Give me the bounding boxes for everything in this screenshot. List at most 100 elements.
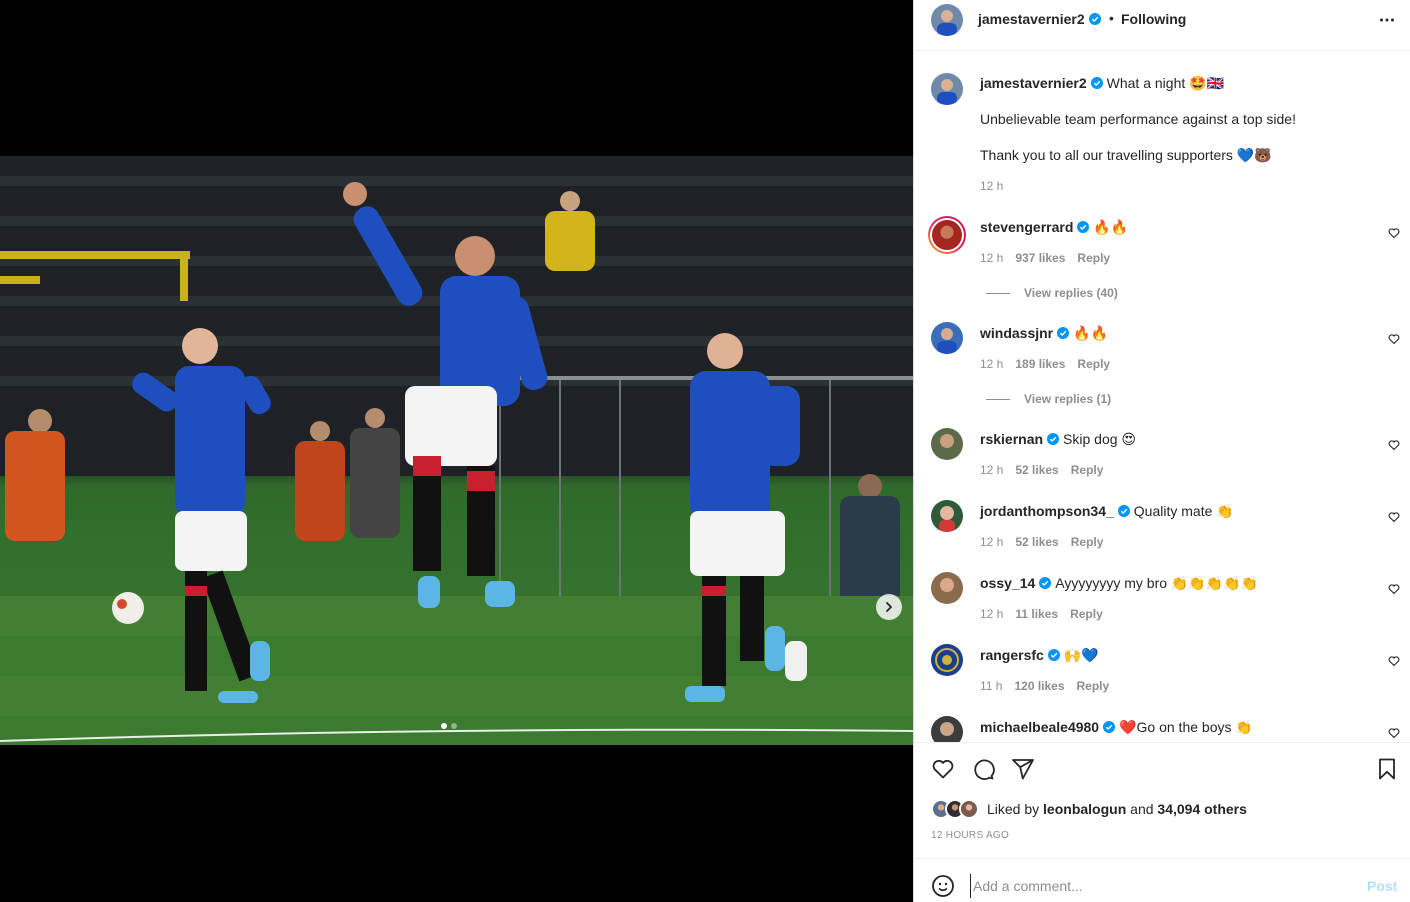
comment-text: 🔥🔥 <box>1073 325 1109 341</box>
verified-badge-icon <box>1090 77 1103 89</box>
comment-text: Quality mate 👏 <box>1133 503 1234 519</box>
commenter-username[interactable]: michaelbeale4980 <box>980 719 1099 735</box>
heart-icon[interactable] <box>931 757 955 781</box>
carousel-indicator <box>441 723 457 729</box>
story-ring[interactable] <box>928 216 966 254</box>
commenter-avatar[interactable] <box>931 572 963 604</box>
comment-heart-icon[interactable] <box>1388 333 1400 345</box>
liked-by-joiner: and <box>1130 801 1154 817</box>
comment-time: 12 h <box>980 535 1004 549</box>
liked-by-others[interactable]: 34,094 others <box>1157 801 1247 817</box>
comment-input[interactable] <box>970 874 1350 898</box>
author-avatar[interactable] <box>931 4 963 36</box>
emoji-smile-icon[interactable] <box>931 874 955 898</box>
verified-badge-icon <box>1103 721 1116 733</box>
verified-badge-icon <box>1057 327 1070 339</box>
carousel-dot-active <box>441 723 447 729</box>
comment-time: 11 h <box>980 679 1003 693</box>
verified-badge-icon <box>1117 505 1130 517</box>
comment-text: ❤️Go on the boys 👏 <box>1119 719 1253 735</box>
commenter-username[interactable]: jordanthompson34_ <box>980 503 1114 519</box>
post-timestamp: 12 HOURS AGO <box>931 830 1010 841</box>
caption-line-2: Unbelievable team performance against a … <box>980 111 1296 127</box>
view-replies-button[interactable]: View replies (1) <box>986 392 1111 406</box>
likes-summary: Liked by leonbalogun and 34,094 others <box>931 799 1247 819</box>
header-separator: • <box>1109 10 1114 26</box>
verified-badge-icon <box>1047 649 1060 661</box>
post-actions: Liked by leonbalogun and 34,094 others 1… <box>914 742 1410 858</box>
caption-line-1: What a night 🤩🇬🇧 <box>1106 75 1224 91</box>
liker-avatar <box>959 799 979 819</box>
comment-likes[interactable]: 120 likes <box>1014 679 1064 693</box>
following-button[interactable]: Following <box>1121 11 1186 27</box>
verified-badge-icon <box>1088 13 1101 25</box>
verified-badge-icon <box>1039 577 1052 589</box>
more-horizontal-icon[interactable] <box>1376 9 1398 31</box>
commenter-avatar[interactable] <box>931 644 963 676</box>
reply-button[interactable]: Reply <box>1070 607 1103 621</box>
comment-likes[interactable]: 937 likes <box>1015 251 1065 265</box>
reply-button[interactable]: Reply <box>1071 463 1104 477</box>
comment-heart-icon[interactable] <box>1388 511 1400 523</box>
carousel-dot <box>451 723 457 729</box>
comment-text: Skip dog 😍 <box>1063 431 1137 447</box>
comment-time: 12 h <box>980 463 1004 477</box>
post-header: jamestavernier2 • Following <box>914 0 1410 51</box>
comments-feed[interactable]: jamestavernier2 What a night 🤩🇬🇧 Unbeliev… <box>914 52 1410 742</box>
comment-time: 12 h <box>980 251 1004 265</box>
paper-plane-icon[interactable] <box>1011 757 1035 781</box>
commenter-avatar <box>932 220 962 250</box>
liker-avatars <box>931 799 987 819</box>
comment-composer: Post <box>914 858 1410 902</box>
comment-heart-icon[interactable] <box>1388 583 1400 595</box>
commenter-avatar[interactable] <box>931 716 963 742</box>
caption-line-3: Thank you to all our travelling supporte… <box>980 147 1272 163</box>
post-photo-illustration <box>0 156 913 745</box>
comment-heart-icon[interactable] <box>1388 655 1400 667</box>
view-replies-label: View replies (1) <box>1024 392 1112 406</box>
comment-likes[interactable]: 52 likes <box>1015 463 1058 477</box>
verified-badge-icon <box>1047 433 1060 445</box>
reply-button[interactable]: Reply <box>1077 251 1110 265</box>
view-replies-button[interactable]: View replies (40) <box>986 286 1118 300</box>
post-comment-button[interactable]: Post <box>1367 878 1397 894</box>
reply-button[interactable]: Reply <box>1077 679 1110 693</box>
comment-heart-icon[interactable] <box>1388 727 1400 739</box>
liked-by-prefix: Liked by <box>987 801 1040 817</box>
chevron-right-icon <box>886 602 892 612</box>
post-photo[interactable] <box>0 156 913 745</box>
post-side-panel: jamestavernier2 • Following jamestaverni… <box>913 0 1410 902</box>
view-replies-label: View replies (40) <box>1024 286 1118 300</box>
comment-text: 🔥🔥 <box>1093 219 1129 235</box>
comment-text: 🙌💙 <box>1063 647 1099 663</box>
author-username[interactable]: jamestavernier2 <box>978 11 1101 27</box>
commenter-avatar[interactable] <box>931 500 963 532</box>
commenter-avatar[interactable] <box>931 322 963 354</box>
caption-time: 12 h <box>980 179 1004 193</box>
commenter-username[interactable]: ossy_14 <box>980 575 1035 591</box>
comment-likes[interactable]: 11 likes <box>1015 607 1058 621</box>
comment-likes[interactable]: 52 likes <box>1015 535 1058 549</box>
liked-by-user[interactable]: leonbalogun <box>1043 801 1126 817</box>
next-slide-button[interactable] <box>876 594 902 620</box>
caption-author-username[interactable]: jamestavernier2 <box>980 75 1087 91</box>
author-username-text: jamestavernier2 <box>978 11 1085 27</box>
post-media-viewer <box>0 0 913 902</box>
reply-button[interactable]: Reply <box>1077 357 1110 371</box>
comment-time: 12 h <box>980 607 1004 621</box>
caption-author-avatar[interactable] <box>931 73 963 105</box>
comment-heart-icon[interactable] <box>1388 439 1400 451</box>
commenter-username[interactable]: rangersfc <box>980 647 1044 663</box>
comment-heart-icon[interactable] <box>1388 227 1400 239</box>
bookmark-icon[interactable] <box>1375 757 1399 781</box>
commenter-username[interactable]: stevengerrard <box>980 219 1073 235</box>
comment-text: Ayyyyyyyy my bro 👏👏👏👏👏 <box>1055 575 1259 591</box>
comment-bubble-icon[interactable] <box>971 757 995 781</box>
commenter-username[interactable]: rskiernan <box>980 431 1043 447</box>
commenter-username[interactable]: windassjnr <box>980 325 1053 341</box>
commenter-avatar[interactable] <box>931 428 963 460</box>
reply-button[interactable]: Reply <box>1071 535 1104 549</box>
verified-badge-icon <box>1077 221 1090 233</box>
comment-time: 12 h <box>980 357 1004 371</box>
comment-likes[interactable]: 189 likes <box>1015 357 1065 371</box>
